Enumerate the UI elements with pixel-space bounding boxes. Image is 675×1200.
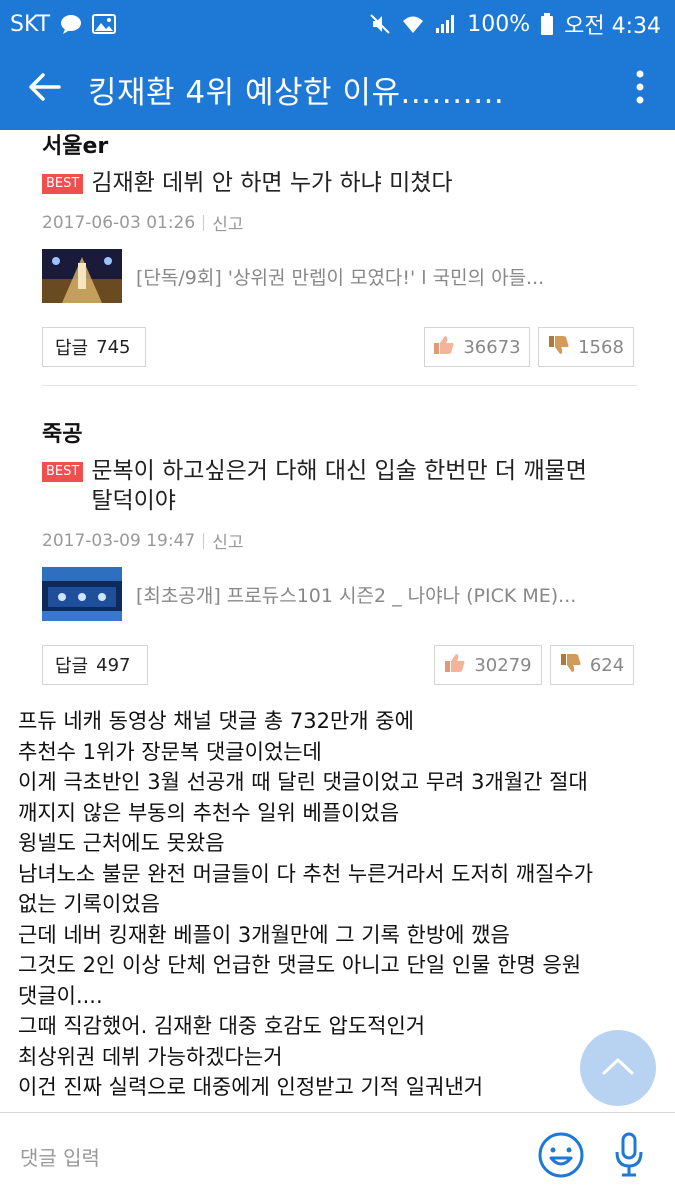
battery-percent: 100% [467, 11, 531, 37]
dislike-button[interactable]: 1568 [538, 327, 634, 367]
mute-icon [369, 13, 391, 35]
app-bar: 킹재환 4위 예상한 이유.......… [0, 48, 675, 130]
dislike-count: 1568 [578, 336, 624, 358]
post-line: 깨지지 않은 부동의 추천수 일위 베플이었음 [18, 800, 400, 825]
post-line: 이게 극초반인 3월 선공개 때 달린 댓글이었고 무려 3개월간 절대 [18, 770, 588, 794]
thumbs-down-icon [560, 653, 582, 678]
clock: 오전 4:34 [564, 14, 661, 39]
comment-input-bar: 댓글 입력 [0, 1112, 675, 1200]
report-link[interactable]: 신고 [212, 210, 243, 235]
thumbs-up-icon [433, 335, 455, 360]
smiley-icon [537, 1131, 585, 1183]
reply-label: 답글 [55, 338, 89, 359]
battery-icon [540, 13, 554, 35]
video-thumbnail [42, 249, 122, 303]
comment-author: 서울er [42, 134, 109, 159]
voice-input-button[interactable] [609, 1127, 649, 1187]
video-thumbnail [42, 567, 122, 621]
post-line: 이건 진짜 실력으로 대중에게 인정받고 기적 일궈낸거 [18, 1075, 484, 1099]
video-title: [최초공개] 프로듀스101 시즌2 _ 나야나 (PICK ME)... [136, 584, 577, 607]
chevron-up-icon [601, 1056, 635, 1080]
thumbs-down-icon [548, 335, 570, 360]
comment-text-line: 문복이 하고싶은거 다해 대신 입술 한번만 더 깨물면 [91, 458, 587, 484]
best-badge: BEST [42, 174, 84, 194]
like-count: 36673 [463, 336, 521, 358]
signal-icon [435, 14, 457, 34]
dislike-button[interactable]: 624 [550, 645, 634, 685]
post-line: 그때 직감했어. 김재환 대중 호감도 압도적인거 [18, 1014, 426, 1038]
post-line: 근데 네버 킹재환 베플이 3개월만에 그 기록 한방에 깼음 [18, 922, 510, 947]
gallery-icon [92, 14, 117, 34]
post-line: 없는 기록이었음 [18, 892, 160, 916]
back-button[interactable] [0, 48, 88, 130]
like-button[interactable]: 30279 [434, 645, 542, 685]
best-badge: BEST [42, 462, 84, 482]
report-link[interactable]: 신고 [212, 528, 243, 553]
comment-text: 문복이 하고싶은거 다해 대신 입술 한번만 더 깨물면 탈덕이야 [91, 456, 587, 516]
post-line: 그것도 2인 이상 단체 언급한 댓글도 아니고 단일 인물 한명 응원 [18, 953, 582, 977]
reply-count: 745 [96, 336, 131, 358]
post-line: 남녀노소 불문 완전 머글들이 다 추천 누른거라서 도저히 깨질수가 [18, 861, 594, 886]
reply-label: 답글 [55, 656, 89, 677]
chat-icon [60, 14, 82, 34]
post-body: 프듀 네캐 동영상 채널 댓글 총 732만개 중에 추천수 1위가 장문복 댓… [18, 706, 668, 1103]
comment-item: 서울er BEST 김재환 데뷔 안 하면 누가 하냐 미쳤다 2017-06-… [42, 130, 637, 367]
post-line: 댓글이.... [18, 983, 103, 1008]
comment-date: 2017-06-03 01:26 [42, 212, 196, 233]
more-vertical-icon [635, 70, 645, 108]
dislike-count: 624 [589, 654, 625, 676]
emoji-button[interactable] [531, 1127, 591, 1187]
carrier-label: SKT [10, 11, 51, 37]
comment-item: 죽공 BEST 문복이 하고싶은거 다해 대신 입술 한번만 더 깨물면 탈덕이… [42, 416, 637, 685]
video-link[interactable]: [단독/9회] '상위권 만렙이 모였다!' l 국민의 아들... [42, 249, 637, 303]
post-line: 추천수 1위가 장문복 댓글이었는데 [18, 739, 322, 764]
reply-count: 497 [96, 654, 131, 676]
comment-date: 2017-03-09 19:47 [42, 530, 196, 551]
page-title: 킹재환 4위 예상한 이유.......… [88, 74, 505, 111]
video-link[interactable]: [최초공개] 프로듀스101 시즌2 _ 나야나 (PICK ME)... [42, 567, 637, 621]
wifi-icon [401, 14, 425, 34]
comment-input[interactable]: 댓글 입력 [0, 1113, 531, 1200]
comment-author: 죽공 [42, 422, 83, 447]
post-line: 프듀 네캐 동영상 채널 댓글 총 732만개 중에 [18, 709, 414, 733]
scroll-top-button[interactable] [580, 1030, 656, 1106]
like-button[interactable]: 36673 [424, 327, 530, 367]
like-count: 30279 [474, 654, 532, 676]
reply-button[interactable]: 답글 745 [42, 327, 146, 367]
comment-list: 서울er BEST 김재환 데뷔 안 하면 누가 하냐 미쳤다 2017-06-… [0, 130, 675, 685]
meta-divider [203, 214, 205, 231]
comment-divider [42, 385, 637, 386]
reply-button[interactable]: 답글 497 [42, 645, 148, 685]
post-line: 최상위권 데뷔 가능하겠다는거 [18, 1044, 283, 1069]
meta-divider [203, 532, 205, 549]
video-title: [단독/9회] '상위권 만렙이 모였다!' l 국민의 아들... [136, 266, 545, 289]
comment-text: 김재환 데뷔 안 하면 누가 하냐 미쳤다 [91, 170, 453, 196]
arrow-left-icon [27, 72, 61, 106]
status-bar: SKT 100% 오전 4:34 [0, 0, 675, 48]
more-options-button[interactable] [605, 48, 675, 130]
microphone-icon [614, 1132, 644, 1182]
comment-text-line: 탈덕이야 [91, 488, 176, 514]
thumbs-up-icon [444, 653, 466, 678]
post-line: 윙넬도 근처에도 못왔음 [18, 831, 225, 855]
